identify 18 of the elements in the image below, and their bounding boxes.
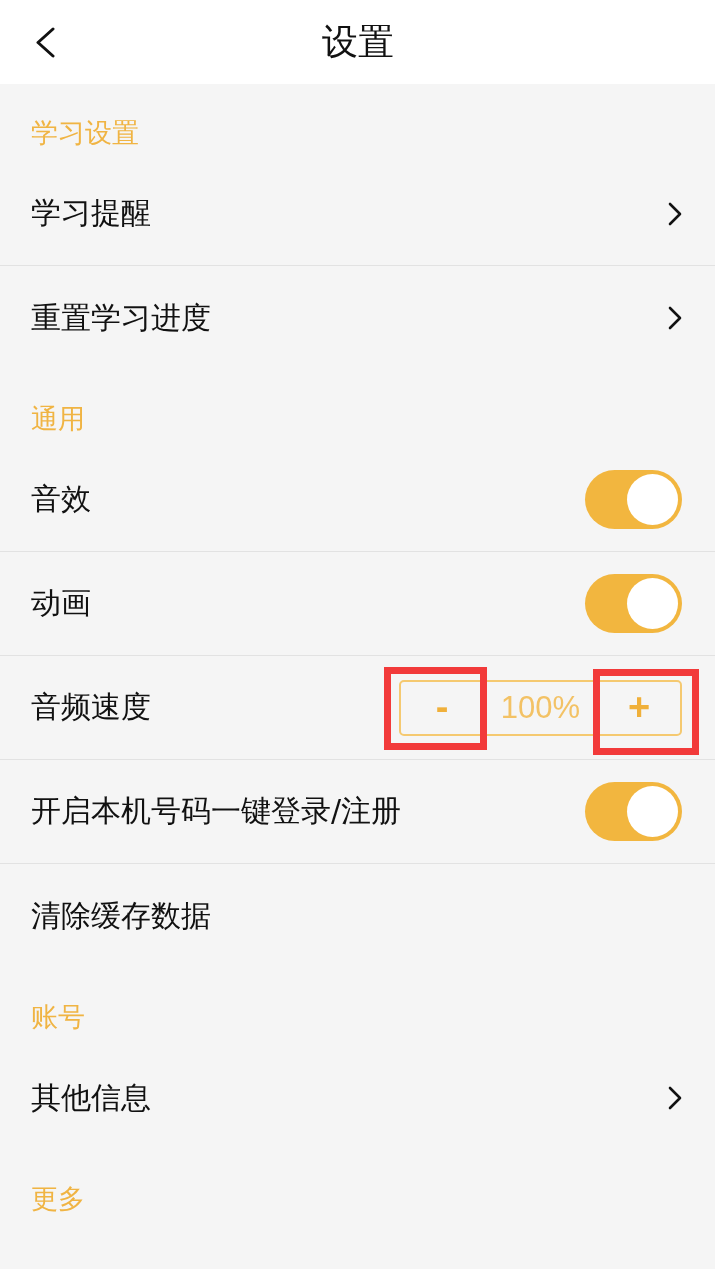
section-title: 学习设置 (30, 116, 140, 150)
settings-item[interactable]: 清除缓存数据 (0, 864, 715, 968)
chevron-right-icon (668, 1086, 682, 1110)
section-title: 通用 (30, 402, 86, 436)
section-title: 更多 (30, 1182, 86, 1216)
settings-item[interactable]: 其他信息 (0, 1046, 715, 1150)
settings-item[interactable]: 学习提醒 (0, 162, 715, 266)
setting-label: 音频速度 (31, 688, 151, 726)
chevron-left-icon (35, 26, 56, 58)
setting-label: 动画 (31, 584, 91, 622)
chevron-right-icon (668, 306, 682, 330)
section-title: 账号 (30, 1000, 86, 1034)
setting-label: 音效 (31, 480, 91, 518)
setting-label: 开启本机号码一键登录/注册 (31, 792, 402, 830)
chevron-right-icon (668, 201, 682, 226)
page-title: 设置 (321, 20, 394, 64)
speed-value: 100% (499, 689, 582, 726)
settings-item[interactable]: 重置学习进度 (0, 266, 715, 370)
